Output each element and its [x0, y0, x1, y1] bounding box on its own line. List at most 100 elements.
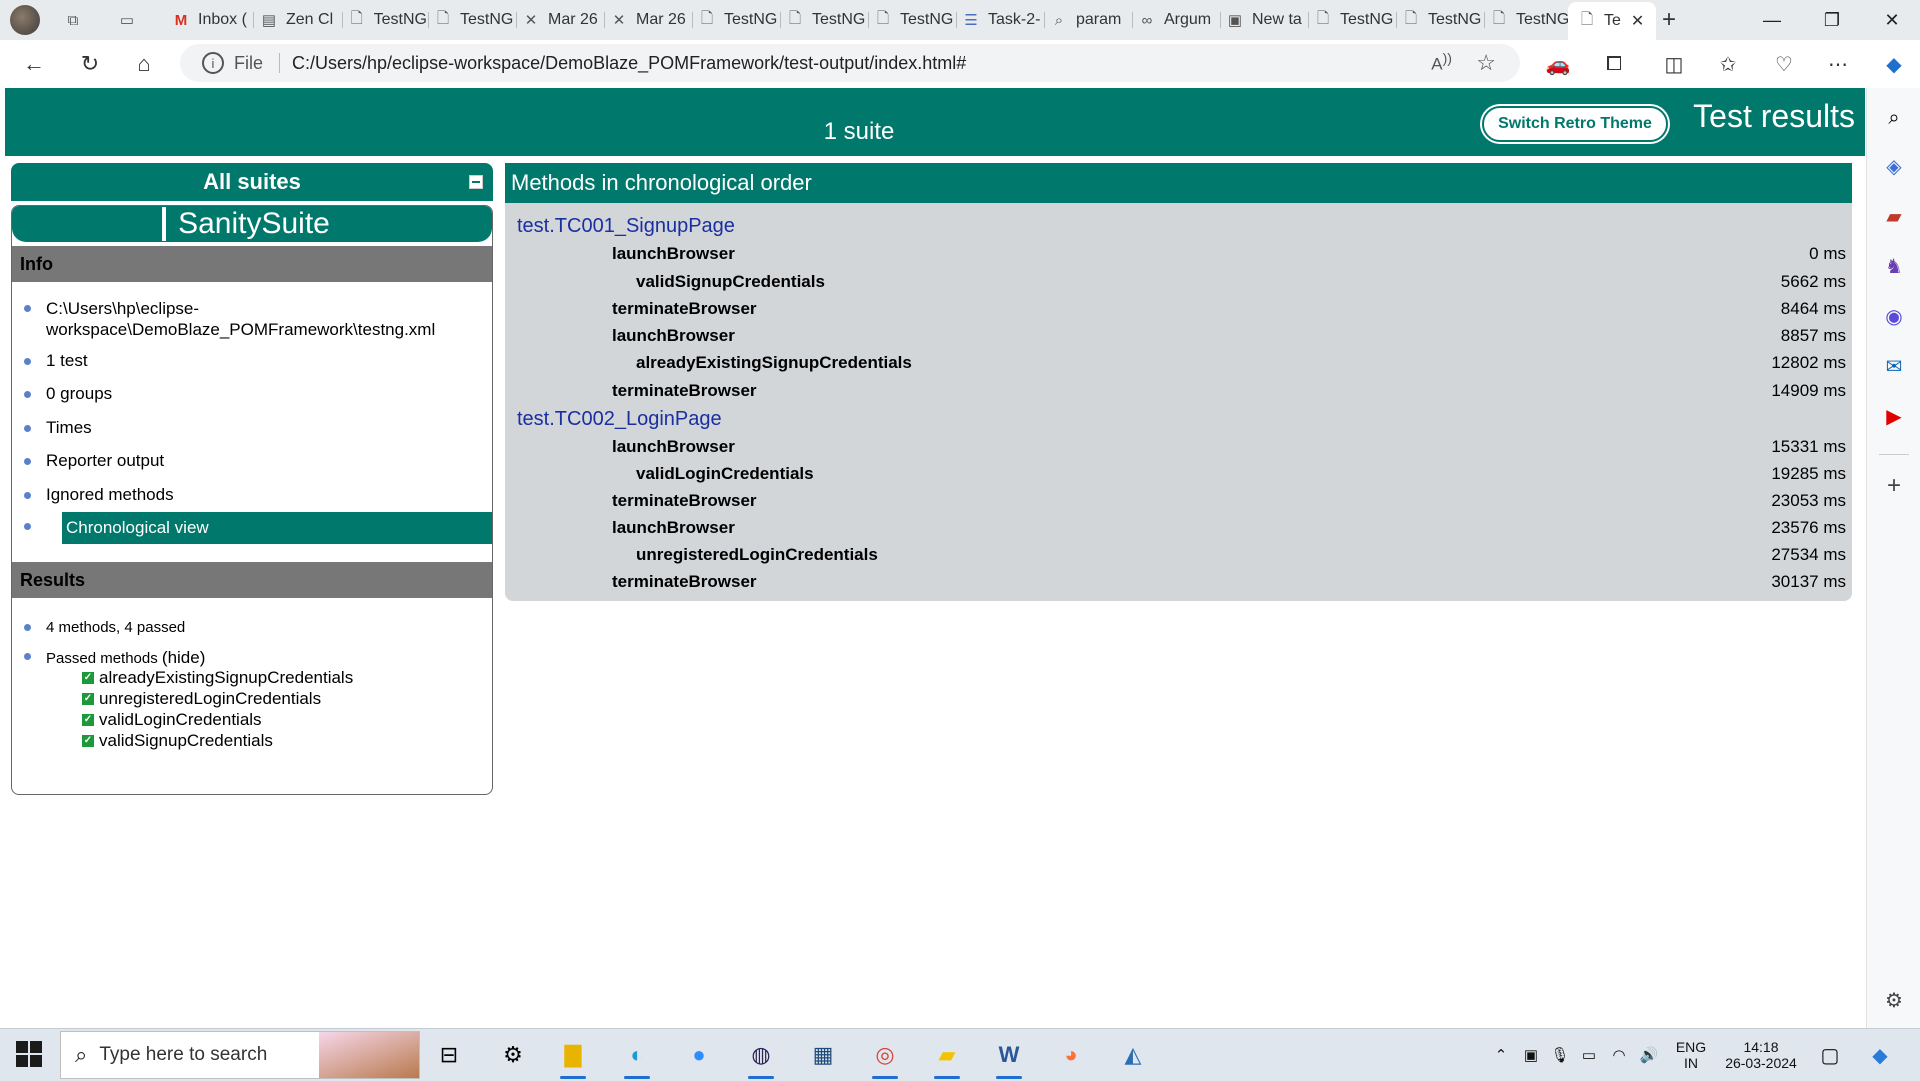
task-view-icon[interactable]: ⊟ [430, 1037, 468, 1073]
method-name: validLoginCredentials [636, 464, 814, 483]
more-menu-icon[interactable]: ⋯ [1820, 46, 1856, 82]
browser-tab[interactable]: 🗋 TestNG [784, 4, 866, 36]
times-link[interactable]: Times [24, 418, 92, 438]
groups-link[interactable]: 0 groups [24, 384, 112, 404]
ignored-methods-link[interactable]: Ignored methods [24, 485, 174, 505]
browser-tab[interactable]: ▤ Zen Cl [258, 4, 340, 36]
split-screen-icon[interactable]: ◫ [1656, 46, 1692, 82]
microphone-icon[interactable]: 🎙 [1548, 1029, 1572, 1081]
switch-retro-theme-button[interactable]: Switch Retro Theme [1482, 106, 1668, 142]
bullet-icon [24, 305, 31, 312]
notifications-icon[interactable]: ▢ [1814, 1029, 1846, 1081]
language-indicator[interactable]: ENG IN [1668, 1029, 1714, 1081]
games-icon[interactable]: ♞ [1878, 250, 1910, 282]
new-tab-icon[interactable]: + [1662, 4, 1694, 36]
app-icon[interactable]: ◭ [1114, 1037, 1152, 1073]
reporter-output-link[interactable]: Reporter output [24, 451, 164, 471]
browser-tab[interactable]: 🗋 TestNG [1312, 4, 1394, 36]
word-icon[interactable]: W [990, 1037, 1028, 1079]
minimize-icon[interactable]: — [1742, 0, 1802, 40]
browser-essentials-icon[interactable]: ♡ [1766, 46, 1802, 82]
workspaces-icon[interactable]: ⧉ [62, 4, 94, 36]
read-aloud-icon[interactable]: A)) [1431, 51, 1452, 75]
browser-tab[interactable]: 🗋 TestNG [696, 4, 778, 36]
show-hidden-icons[interactable]: ⌃ [1488, 1029, 1514, 1081]
chrome-icon[interactable]: ◎ [866, 1037, 904, 1079]
passed-method-item[interactable]: ✓ validSignupCredentials [82, 731, 273, 751]
wifi-icon[interactable]: ◠ [1606, 1029, 1632, 1081]
firefox-icon[interactable]: ◕ [1052, 1037, 1090, 1073]
browser-tab[interactable]: ▣ New ta [1224, 4, 1306, 36]
url-text[interactable]: C:/Users/hp/eclipse-workspace/DemoBlaze_… [292, 53, 966, 74]
browser-tab[interactable]: 🗋 TestNG [432, 4, 514, 36]
extension-icon[interactable]: 🚗 [1540, 46, 1576, 82]
file-explorer-icon[interactable]: ▇ [554, 1037, 592, 1079]
copilot-icon[interactable]: ◆ [1876, 46, 1912, 82]
back-icon[interactable]: ← [16, 46, 52, 82]
clock[interactable]: 14:18 26-03-2024 [1716, 1029, 1806, 1081]
sidebar-settings-icon[interactable]: ⚙ [1878, 984, 1910, 1016]
address-bar[interactable]: i File C:/Users/hp/eclipse-workspace/Dem… [180, 44, 1520, 82]
settings-icon[interactable]: ⚙ [494, 1037, 532, 1073]
checkbox-icon: ✓ [82, 693, 94, 705]
zoom-icon[interactable]: ● [680, 1037, 718, 1073]
passed-method-item[interactable]: ✓ unregisteredLoginCredentials [82, 689, 321, 709]
tools-icon: ✕ [612, 12, 626, 29]
class-name[interactable]: test.TC002_LoginPage [517, 408, 722, 431]
browser-tab[interactable]: 🗋 TestNG [1400, 4, 1482, 36]
windows-taskbar: ⌕ Type here to search ⊟ ⚙ ▇ ◐ ● ◍ ▦ ◎ ▰ … [0, 1028, 1920, 1081]
add-sidebar-app-icon[interactable]: + [1878, 470, 1910, 502]
browser-tab[interactable]: 🗋 TestNG [1488, 4, 1570, 36]
bullet-icon [24, 358, 31, 365]
browser-tab[interactable]: ✕ Mar 26 [520, 4, 602, 36]
method-time: 19285 ms [1771, 464, 1846, 483]
info-icon[interactable]: i [202, 52, 224, 74]
eclipse-icon[interactable]: ◍ [742, 1037, 780, 1079]
meet-now-icon[interactable]: ▣ [1518, 1029, 1544, 1081]
file-icon: 🗋 [436, 9, 450, 27]
browser-tab[interactable]: ∞ Argum [1136, 4, 1218, 36]
search-icon[interactable]: ⌕ [1878, 102, 1910, 134]
browser-tab[interactable]: 🗋 TestNG [872, 4, 954, 36]
extensions-puzzle-icon[interactable]: ⧠ [1596, 46, 1632, 82]
browser-tab[interactable]: M Inbox ( [170, 4, 252, 36]
sticky-notes-icon[interactable]: ▰ [928, 1037, 966, 1079]
chronological-view-link[interactable]: Chronological view [62, 512, 492, 544]
profile-avatar[interactable] [10, 4, 50, 36]
battery-icon[interactable]: ▭ [1576, 1029, 1602, 1081]
outlook-icon[interactable]: ✉ [1878, 350, 1910, 382]
passed-method-item[interactable]: ✓ validLoginCredentials [82, 710, 262, 730]
shopping-tag-icon[interactable]: ◈ [1878, 150, 1910, 182]
passed-method-item[interactable]: ✓ alreadyExistingSignupCredentials [82, 668, 353, 688]
hide-link[interactable]: (hide) [162, 648, 205, 667]
restore-icon[interactable]: ❐ [1802, 0, 1862, 40]
browser-tab[interactable]: ⌕ param [1048, 4, 1130, 36]
close-tab-icon[interactable]: ✕ [1631, 11, 1644, 31]
mysql-workbench-icon[interactable]: ▦ [804, 1037, 842, 1073]
collapse-icon[interactable] [469, 175, 483, 189]
browser-tab[interactable]: ✕ Mar 26 [608, 4, 690, 36]
taskbar-search-input[interactable]: ⌕ Type here to search [60, 1031, 420, 1079]
suite-panel: SanitySuite Info C:\Users\hp\eclipse- wo… [11, 205, 493, 795]
favorites-icon[interactable]: ✩ [1710, 46, 1746, 82]
edge-icon[interactable]: ◐ [618, 1037, 656, 1079]
testng-xml-link[interactable]: C:\Users\hp\eclipse- workspace\DemoBlaze… [24, 298, 466, 340]
browser-tab[interactable]: ☰ Task-2- [960, 4, 1042, 36]
active-browser-tab[interactable]: 🗋 Te ✕ [1568, 2, 1656, 40]
volume-icon[interactable]: 🔊 [1636, 1029, 1662, 1081]
tools-briefcase-icon[interactable]: ▰ [1878, 200, 1910, 232]
copilot-preview-icon[interactable]: ◆ [1862, 1029, 1898, 1081]
tests-link[interactable]: 1 test [24, 351, 88, 371]
class-name[interactable]: test.TC001_SignupPage [517, 215, 735, 238]
microsoft365-icon[interactable]: ◉ [1878, 300, 1910, 332]
tab-actions-icon[interactable]: ▭ [116, 4, 148, 36]
windows-start-icon[interactable] [16, 1041, 44, 1069]
browser-tab[interactable]: 🗋 TestNG [346, 4, 426, 36]
all-suites-header[interactable]: All suites [11, 163, 493, 201]
favorite-star-icon[interactable]: ☆ [1476, 50, 1496, 76]
close-window-icon[interactable]: ✕ [1862, 0, 1920, 40]
refresh-icon[interactable]: ↻ [72, 46, 108, 82]
edge-sidebar: ⌕ ◈ ▰ ♞ ◉ ✉ ▶ + ⚙ [1866, 88, 1920, 1028]
home-icon[interactable]: ⌂ [126, 46, 162, 82]
youtube-icon[interactable]: ▶ [1878, 400, 1910, 432]
